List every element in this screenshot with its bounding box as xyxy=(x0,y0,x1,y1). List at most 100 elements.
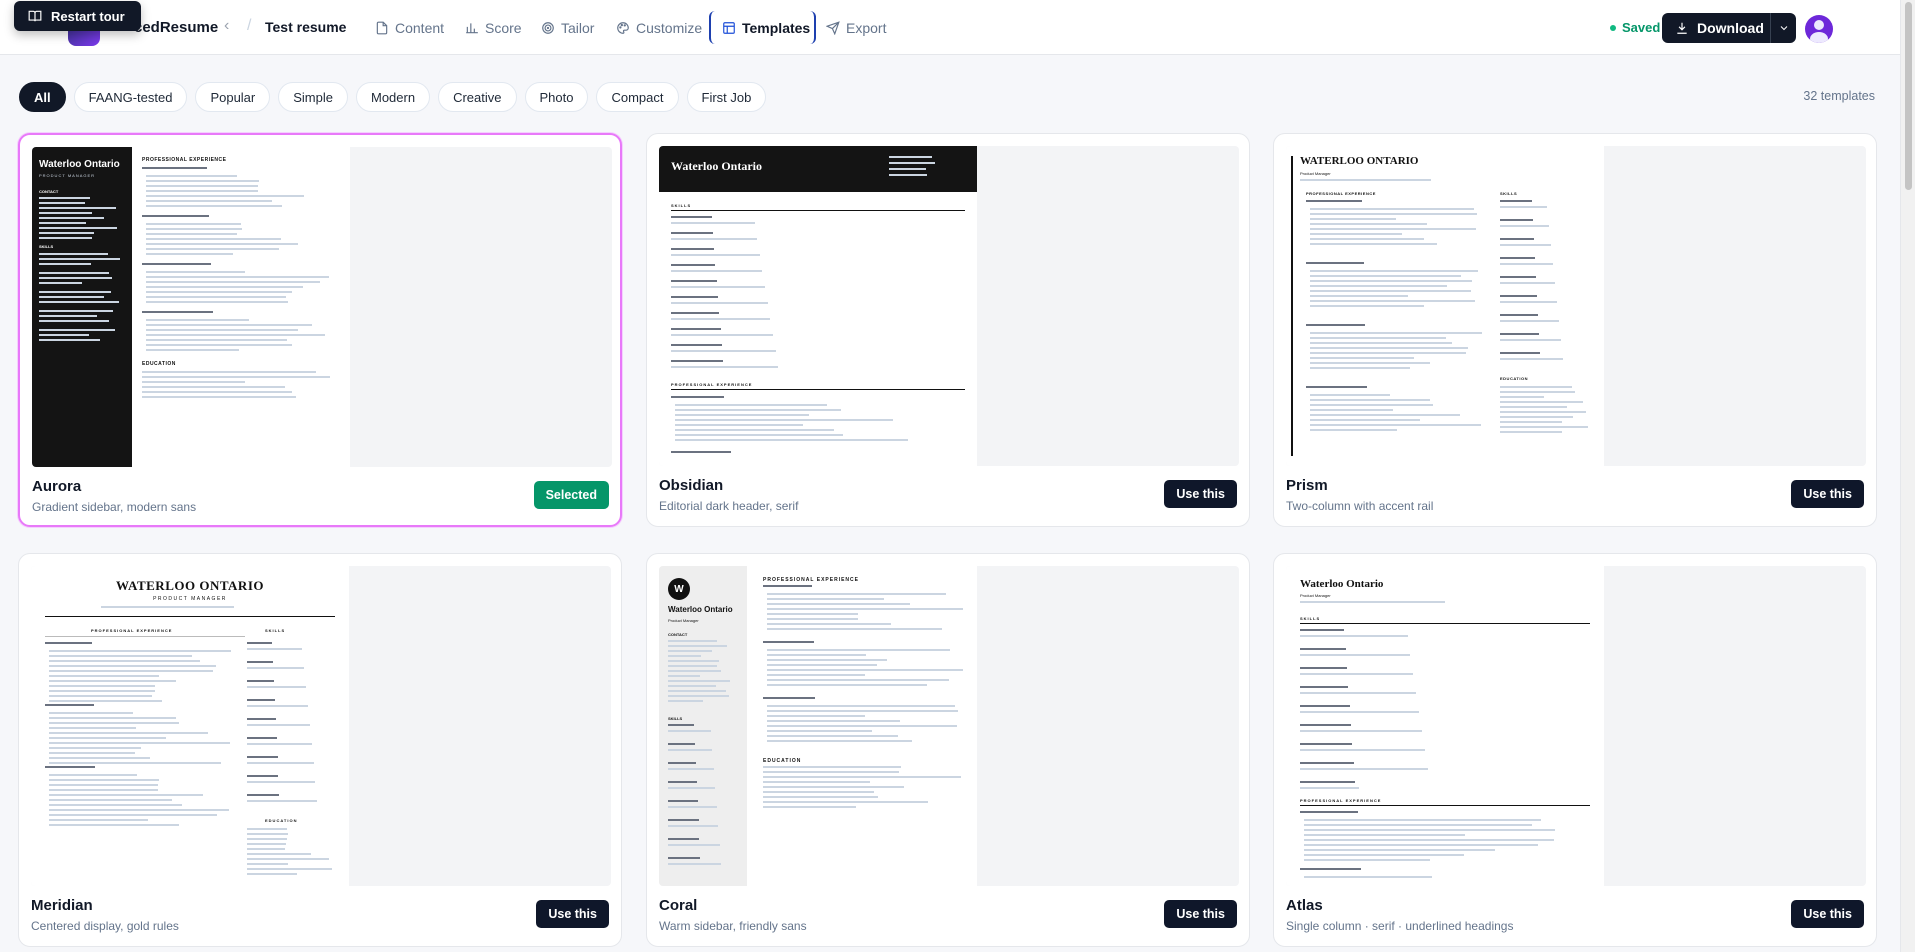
filter-chip-creative[interactable]: Creative xyxy=(438,82,517,112)
template-card-obsidian[interactable]: Waterloo Ontario SKILLS PROFESSIONAL EXP… xyxy=(646,133,1250,527)
tab-customize[interactable]: Customize xyxy=(616,16,702,40)
tab-content[interactable]: Content xyxy=(375,16,444,40)
resume-text-line xyxy=(671,238,757,240)
template-filter-bar: All FAANG-tested Popular Simple Modern C… xyxy=(19,82,767,112)
download-button-group: Download xyxy=(1662,13,1796,43)
resume-text-line xyxy=(39,320,109,322)
resume-text-line xyxy=(142,215,209,217)
filter-chip-all[interactable]: All xyxy=(19,82,66,112)
resume-text-line xyxy=(668,685,716,687)
resume-text-line xyxy=(1500,244,1551,246)
resume-text-line xyxy=(1500,276,1536,278)
resume-text-line xyxy=(671,270,762,272)
resume-page: Waterloo Ontario SKILLS PROFESSIONAL EXP… xyxy=(659,146,977,466)
resume-text-line xyxy=(767,735,898,737)
resume-text-line xyxy=(1300,868,1361,870)
tab-tailor[interactable]: Tailor xyxy=(541,16,594,40)
resume-text-line xyxy=(146,228,242,230)
template-preview[interactable]: Waterloo Ontario SKILLS PROFESSIONAL EXP… xyxy=(659,146,1239,466)
top-bar: cedResume ‹ / Test resume Content Score … xyxy=(0,0,1900,55)
page-scrollbar[interactable] xyxy=(1900,0,1915,952)
resume-text-line xyxy=(39,217,104,219)
resume-text-line xyxy=(1500,426,1588,428)
resume-text-line xyxy=(142,381,245,383)
resume-text-line xyxy=(671,318,770,320)
resume-text-line xyxy=(1306,386,1367,388)
template-card-aurora[interactable]: Waterloo Ontario PRODUCT MANAGER CONTACT… xyxy=(18,133,622,527)
template-preview[interactable]: Waterloo Ontario Product Manager SKILLS … xyxy=(1286,566,1866,886)
resume-text-line xyxy=(668,640,717,642)
resume-text-line xyxy=(49,742,230,744)
resume-text-line xyxy=(671,222,755,224)
resume-text-line xyxy=(763,781,870,783)
resume-text-line xyxy=(767,603,910,605)
resume-text-line xyxy=(247,680,274,682)
resume-text-line xyxy=(39,310,113,312)
filter-chip-modern[interactable]: Modern xyxy=(356,82,431,112)
template-card-coral[interactable]: W Waterloo Ontario Product Manager CONTA… xyxy=(646,553,1250,947)
resume-text-line xyxy=(39,263,91,265)
resume-rule xyxy=(45,616,335,617)
resume-text-line xyxy=(889,168,926,170)
resume-text-line xyxy=(763,786,904,788)
tab-templates[interactable]: Templates xyxy=(722,16,810,40)
use-template-button[interactable]: Use this xyxy=(1791,900,1864,928)
filter-chip-faang-tested[interactable]: FAANG-tested xyxy=(73,82,188,112)
use-template-button[interactable]: Use this xyxy=(536,900,609,928)
resume-text-line xyxy=(146,175,237,177)
download-label: Download xyxy=(1697,20,1764,36)
resume-text-line xyxy=(49,655,192,657)
filter-chip-simple[interactable]: Simple xyxy=(278,82,348,112)
selected-button[interactable]: Selected xyxy=(533,481,609,509)
use-template-button[interactable]: Use this xyxy=(1164,900,1237,928)
resume-text-line xyxy=(675,414,809,416)
filter-chip-photo[interactable]: Photo xyxy=(524,82,589,112)
template-preview[interactable]: WATERLOO ONTARIO Product Manager PROFESS… xyxy=(1286,146,1866,466)
resume-text-line xyxy=(671,344,722,346)
template-card-meridian[interactable]: WATERLOO ONTARIO PRODUCT MANAGER PROFESS… xyxy=(18,553,622,947)
template-preview[interactable]: Waterloo Ontario PRODUCT MANAGER CONTACT… xyxy=(32,147,612,467)
tab-score[interactable]: Score xyxy=(465,16,522,40)
tab-label: Tailor xyxy=(561,20,595,36)
resume-text-line xyxy=(49,779,159,781)
filter-chip-first-job[interactable]: First Job xyxy=(686,82,767,112)
resume-text-line xyxy=(49,784,158,786)
resume-text-line xyxy=(146,319,249,321)
resume-text-line xyxy=(767,613,858,615)
download-options-button[interactable] xyxy=(1770,13,1796,43)
brand-name[interactable]: cedResume xyxy=(134,19,218,36)
resume-text-line xyxy=(1300,787,1359,789)
template-card-atlas[interactable]: Waterloo Ontario Product Manager SKILLS … xyxy=(1273,553,1877,947)
resume-text-line xyxy=(39,222,86,224)
send-icon xyxy=(826,21,840,35)
document-title[interactable]: Test resume xyxy=(265,19,346,35)
user-avatar[interactable] xyxy=(1805,15,1833,43)
use-template-button[interactable]: Use this xyxy=(1164,480,1237,508)
resume-text-line xyxy=(247,853,311,855)
template-preview[interactable]: W Waterloo Ontario Product Manager CONTA… xyxy=(659,566,1239,886)
resume-text-line xyxy=(247,873,297,875)
filter-chip-popular[interactable]: Popular xyxy=(195,82,271,112)
resume-text-line xyxy=(247,838,287,840)
resume-text-line xyxy=(1306,262,1364,264)
scrollbar-thumb[interactable] xyxy=(1905,2,1912,190)
resume-text-line xyxy=(146,324,312,326)
tab-label: Content xyxy=(395,20,445,36)
resume-text-line xyxy=(49,774,137,776)
resume-text-line xyxy=(247,718,276,720)
restart-tour-button[interactable]: Restart tour xyxy=(14,1,141,31)
filter-chip-compact[interactable]: Compact xyxy=(596,82,679,112)
resume-page: Waterloo Ontario Product Manager SKILLS … xyxy=(1286,566,1604,886)
download-button[interactable]: Download xyxy=(1662,13,1770,43)
template-preview[interactable]: WATERLOO ONTARIO PRODUCT MANAGER PROFESS… xyxy=(31,566,611,886)
use-template-button[interactable]: Use this xyxy=(1791,480,1864,508)
resume-text-line xyxy=(247,828,287,830)
template-card-prism[interactable]: WATERLOO ONTARIO Product Manager PROFESS… xyxy=(1273,133,1877,527)
resume-page: WATERLOO ONTARIO Product Manager PROFESS… xyxy=(1286,146,1604,466)
resume-text-line xyxy=(668,730,711,732)
resume-text-line xyxy=(668,863,721,865)
resume-body-lines xyxy=(659,566,977,886)
tab-export[interactable]: Export xyxy=(826,16,886,40)
chevron-left-icon[interactable]: ‹ xyxy=(224,17,229,35)
template-description: Centered display, gold rules xyxy=(31,919,179,933)
